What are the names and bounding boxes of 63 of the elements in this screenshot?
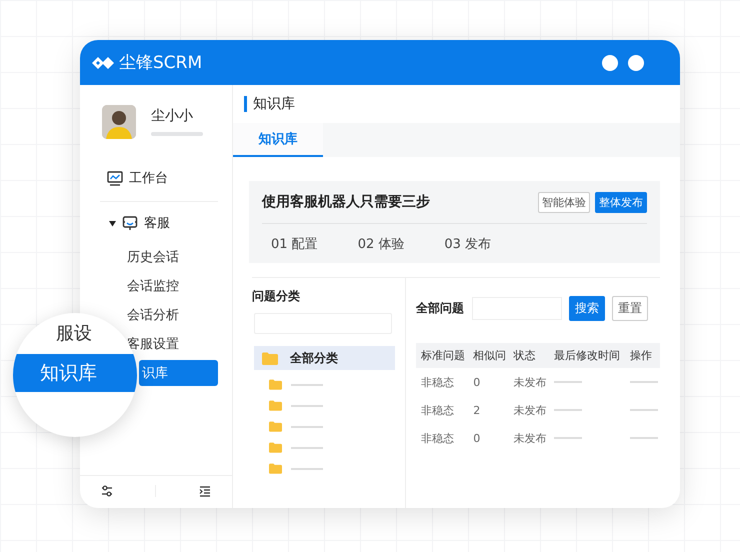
tab[interactable]: 知识库	[233, 123, 323, 157]
avatar	[102, 105, 136, 139]
app-logo-text: 尘锋SCRM	[119, 52, 202, 74]
table-cell-text: 非稳态	[420, 430, 455, 446]
user-name: 尘小小	[151, 107, 194, 125]
placeholder-line	[291, 384, 323, 386]
column-header: 状态	[508, 343, 550, 368]
section-title: 全部问题	[416, 300, 464, 317]
monitor-chart-icon	[107, 170, 123, 186]
list-indent-icon[interactable]	[198, 486, 211, 496]
nav-subitem[interactable]: 会话监控	[127, 273, 179, 299]
placeholder-line	[554, 381, 582, 383]
table-cell: 未发布	[508, 368, 550, 396]
column-header: 相似问	[468, 343, 509, 368]
reset-button[interactable]: 重置	[612, 296, 648, 321]
step-label: 02 体验	[358, 236, 404, 253]
guide-title: 使用客服机器人只需要三步	[262, 193, 431, 211]
placeholder-line	[630, 409, 658, 411]
nav-subitem[interactable]: 历史会话	[127, 244, 179, 270]
step-label: 01 配置	[271, 236, 318, 253]
table-cell: 0	[468, 368, 509, 396]
try-button[interactable]: 智能体验	[538, 192, 590, 212]
table-cell-text: 非稳态	[420, 402, 455, 418]
table-cell-text: 未发布	[512, 430, 548, 446]
nav-subitem[interactable]: 会话分析	[127, 302, 179, 328]
window-dot[interactable]	[602, 54, 618, 70]
folder-icon	[269, 442, 282, 453]
search-button[interactable]: 搜索	[569, 296, 605, 321]
placeholder-line	[291, 426, 323, 428]
placeholder-line	[291, 404, 323, 406]
placeholder-line	[554, 409, 582, 411]
section-title: 问题分类	[252, 288, 301, 305]
placeholder-line	[291, 446, 323, 448]
folder-icon	[269, 421, 282, 432]
folder-icon	[269, 463, 282, 474]
placeholder-line	[630, 437, 658, 439]
folder-icon	[269, 400, 282, 411]
logo-icon	[92, 54, 114, 70]
nav-subitem[interactable]: 客服设置	[127, 331, 179, 357]
folder-icon	[269, 379, 282, 390]
nav-item[interactable]: 工作台	[129, 169, 168, 187]
category-item[interactable]: 全部分类	[254, 346, 395, 370]
table-cell: 非稳态	[416, 368, 468, 396]
column-header: 操作	[624, 343, 660, 368]
publish-button[interactable]: 整体发布	[595, 192, 647, 212]
page-title: 知识库	[253, 95, 295, 113]
table-cell-text: 2	[472, 402, 482, 418]
folder-icon	[262, 352, 278, 364]
nav-subitem[interactable]: 识库	[139, 360, 218, 386]
category-label: 全部分类	[290, 350, 338, 366]
nav-group[interactable]: 客服	[144, 214, 170, 232]
table-cell-text: 0	[472, 430, 482, 446]
placeholder-line	[554, 437, 582, 439]
column-header: 最后修改时间	[549, 343, 625, 368]
caret-icon[interactable]	[109, 220, 116, 226]
window-dot[interactable]	[628, 54, 644, 70]
step-label: 03 发布	[444, 236, 492, 253]
column-header: 标准问题	[416, 343, 468, 368]
magnified-text: 服设	[56, 324, 92, 344]
sliders-icon[interactable]	[101, 485, 114, 497]
placeholder-line	[630, 381, 658, 383]
placeholder-line	[291, 468, 323, 470]
table-cell-text: 未发布	[512, 402, 548, 418]
